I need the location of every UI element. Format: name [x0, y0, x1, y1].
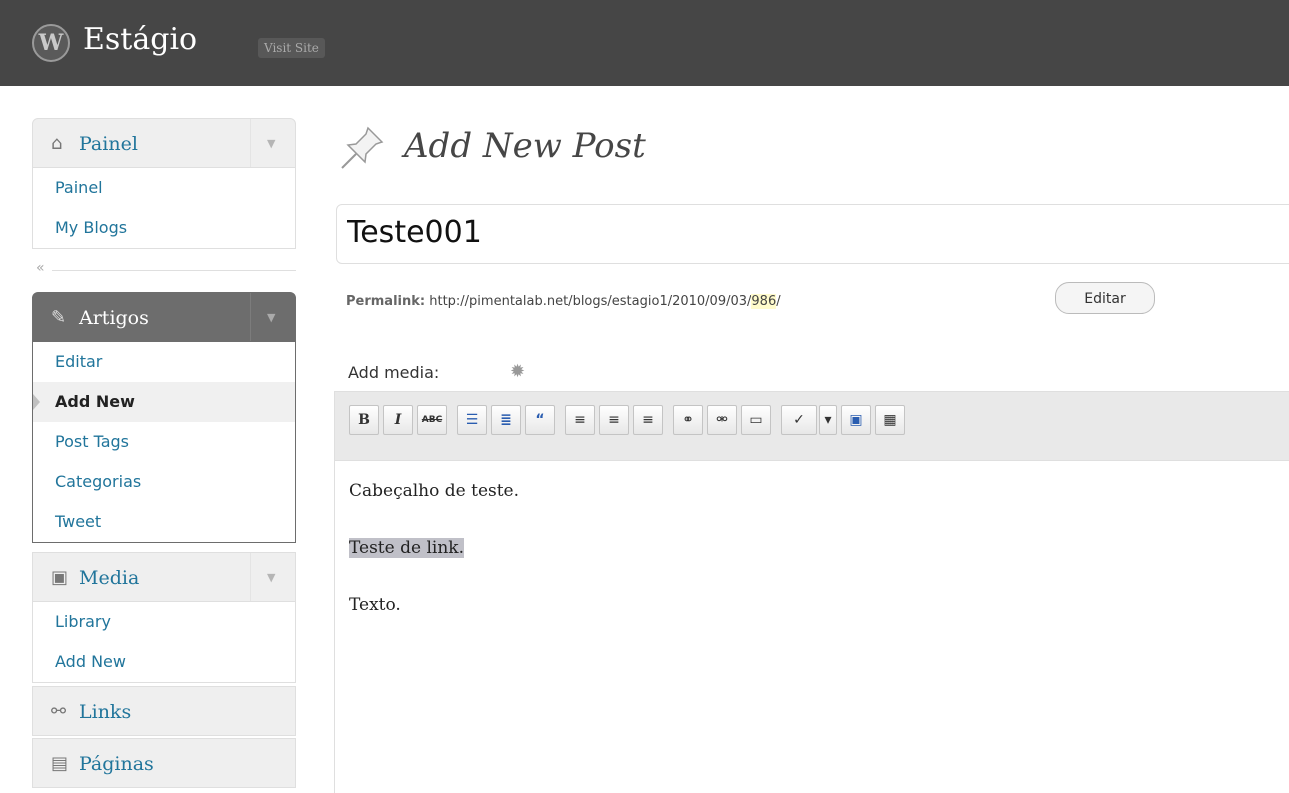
submenu-item-tweet[interactable]: Tweet — [33, 502, 295, 542]
site-name: Estágio — [83, 22, 198, 57]
selected-link-text: Teste de link. — [349, 538, 464, 558]
admin-header: W Estágio Visit Site — [0, 0, 1289, 86]
visit-site-button[interactable]: Visit Site — [258, 38, 325, 58]
submenu-painel: Painel My Blogs — [32, 168, 296, 249]
submenu-item-painel[interactable]: Painel — [33, 168, 295, 208]
submenu-item-label: Add New — [55, 392, 135, 411]
more-tag-icon[interactable]: ▭ — [741, 405, 771, 435]
editor-content[interactable]: Cabeçalho de teste. Teste de link. Texto… — [349, 478, 519, 649]
menu-label-links: Links — [79, 701, 132, 723]
pushpin-icon: ✎ — [51, 307, 67, 328]
menu-header-media[interactable]: ▣ Media ▼ — [32, 552, 296, 602]
italic-icon[interactable]: I — [383, 405, 413, 435]
menu-header-links[interactable]: ⚯ Links — [32, 686, 296, 736]
menu-painel: ⌂ Painel ▼ Painel My Blogs — [32, 118, 296, 249]
align-center-icon[interactable]: ≡ — [599, 405, 629, 435]
post-editor: B I ABC ☰ ≣ “ ≡ ≡ ≡ ⚭ ⚮ ▭ ✓ ▾ ▣ ▦ Cabeça… — [334, 391, 1289, 793]
submenu-item-library[interactable]: Library — [33, 602, 295, 642]
submenu-item-add-new[interactable]: Add New — [33, 382, 295, 422]
menu-header-painel[interactable]: ⌂ Painel ▼ — [32, 118, 296, 168]
home-icon: ⌂ — [51, 133, 63, 154]
editor-toolbar: B I ABC ☰ ≣ “ ≡ ≡ ≡ ⚭ ⚮ ▭ ✓ ▾ ▣ ▦ — [335, 392, 1289, 461]
permalink: Permalink: http://pimentalab.net/blogs/e… — [346, 294, 781, 309]
post-title-box — [336, 204, 1289, 264]
paragraph-text: Texto. — [349, 595, 401, 615]
permalink-slug[interactable]: 986 — [751, 294, 777, 309]
unlink-icon[interactable]: ⚮ — [707, 405, 737, 435]
current-arrow-icon — [33, 394, 40, 410]
fullscreen-icon[interactable]: ▣ — [841, 405, 871, 435]
menu-label-painel: Painel — [79, 133, 138, 155]
edit-permalink-button[interactable]: Editar — [1055, 282, 1155, 314]
strikethrough-icon[interactable]: ABC — [417, 405, 447, 435]
submenu-item-my-blogs[interactable]: My Blogs — [33, 208, 295, 248]
dropdown-icon[interactable]: ▾ — [819, 405, 837, 435]
add-media-icon[interactable]: ✹ — [510, 361, 525, 382]
chevron-down-icon: ▼ — [267, 311, 276, 324]
link-icon: ⚯ — [51, 701, 67, 722]
divider — [52, 270, 296, 271]
collapse-arrow-icon[interactable]: « — [36, 260, 45, 276]
submenu-item-add-new-media[interactable]: Add New — [33, 642, 295, 682]
wordpress-logo-icon: W — [32, 24, 70, 62]
pages-icon: ▤ — [51, 753, 69, 774]
spellcheck-icon[interactable]: ✓ — [781, 405, 817, 435]
menu-label-paginas: Páginas — [79, 753, 154, 775]
menu-toggle-painel[interactable]: ▼ — [250, 119, 295, 167]
post-title-input[interactable] — [347, 215, 1247, 250]
submenu-item-post-tags[interactable]: Post Tags — [33, 422, 295, 462]
pushpin-icon — [341, 126, 384, 169]
bold-icon[interactable]: B — [349, 405, 379, 435]
numbered-list-icon[interactable]: ≣ — [491, 405, 521, 435]
align-left-icon[interactable]: ≡ — [565, 405, 595, 435]
submenu-media: Library Add New — [32, 602, 296, 683]
paragraph-heading: Cabeçalho de teste. — [349, 481, 520, 501]
submenu-item-categorias[interactable]: Categorias — [33, 462, 295, 502]
link-icon[interactable]: ⚭ — [673, 405, 703, 435]
permalink-label: Permalink: — [346, 294, 426, 309]
menu-paginas: ▤ Páginas — [32, 738, 296, 788]
chevron-down-icon: ▼ — [267, 571, 276, 584]
permalink-url-prefix: http://pimentalab.net/blogs/estagio1/201… — [429, 294, 752, 309]
add-media-label: Add media: — [348, 363, 440, 382]
chevron-down-icon: ▼ — [267, 137, 276, 150]
blockquote-icon[interactable]: “ — [525, 405, 555, 435]
submenu-artigos: Editar Add New Post Tags Categorias Twee… — [32, 342, 296, 543]
bullet-list-icon[interactable]: ☰ — [457, 405, 487, 435]
menu-label-artigos: Artigos — [79, 307, 149, 329]
permalink-url-suffix: / — [776, 294, 781, 309]
page-title: Add New Post — [404, 126, 646, 166]
menu-label-media: Media — [79, 567, 140, 589]
menu-artigos: ✎ Artigos ▼ Editar Add New Post Tags Cat… — [32, 292, 296, 543]
menu-media: ▣ Media ▼ Library Add New — [32, 552, 296, 683]
kitchen-sink-icon[interactable]: ▦ — [875, 405, 905, 435]
align-right-icon[interactable]: ≡ — [633, 405, 663, 435]
menu-links: ⚯ Links — [32, 686, 296, 736]
menu-header-paginas[interactable]: ▤ Páginas — [32, 738, 296, 788]
menu-header-artigos[interactable]: ✎ Artigos ▼ — [32, 292, 296, 342]
submenu-item-editar[interactable]: Editar — [33, 342, 295, 382]
media-icon: ▣ — [51, 567, 69, 588]
collapse-menu[interactable]: « — [32, 258, 296, 288]
menu-toggle-media[interactable]: ▼ — [250, 553, 295, 601]
menu-toggle-artigos[interactable]: ▼ — [250, 293, 295, 341]
